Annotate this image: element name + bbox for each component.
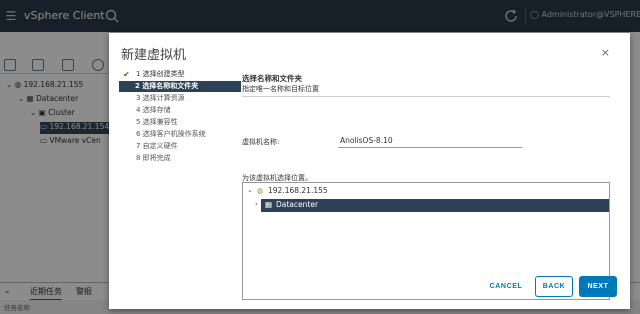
section-title: 选择名称和文件夹 [242,74,302,83]
step-8: 8 即将完成 [136,154,171,162]
new-vm-dialog: 新建虚拟机 × ✔ 1 选择创建类型 2 选择名称和文件夹 3 选择计算资源 4 … [109,33,630,309]
step-5: 5 选择兼容性 [136,118,178,126]
section-divider [242,96,610,97]
close-icon[interactable]: × [601,46,610,59]
step-4: 4 选择存储 [136,106,171,114]
check-icon: ✔ [123,70,130,79]
step-1[interactable]: ✔ 1 选择创建类型 [119,69,241,80]
section-subtitle: 指定唯一名称和目标位置 [242,85,319,93]
vm-name-label: 虚拟机名称: [242,138,280,146]
back-button[interactable]: BACK [535,276,573,297]
step-2[interactable]: 2 选择名称和文件夹 [119,81,241,92]
chevron-down-icon[interactable]: ⌄ [247,186,253,194]
dialog-title: 新建虚拟机 [121,48,187,63]
location-tree-datacenter[interactable]: › ▦ Datacenter [255,199,609,212]
step-7: 7 自定义硬件 [136,142,178,150]
chevron-right-icon[interactable]: › [255,200,258,208]
step-3: 3 选择计算资源 [136,94,185,102]
vcenter-icon: ◍ [257,186,264,195]
vm-name-input[interactable] [338,133,522,148]
cancel-button[interactable]: CANCEL [486,276,526,297]
datacenter-icon: ▦ [265,200,273,209]
step-6: 6 选择客户机操作系统 [136,130,206,138]
next-button[interactable]: NEXT [579,276,617,297]
location-tree-vcenter[interactable]: ⌄ ◍ 192.168.21.155 [243,185,609,198]
